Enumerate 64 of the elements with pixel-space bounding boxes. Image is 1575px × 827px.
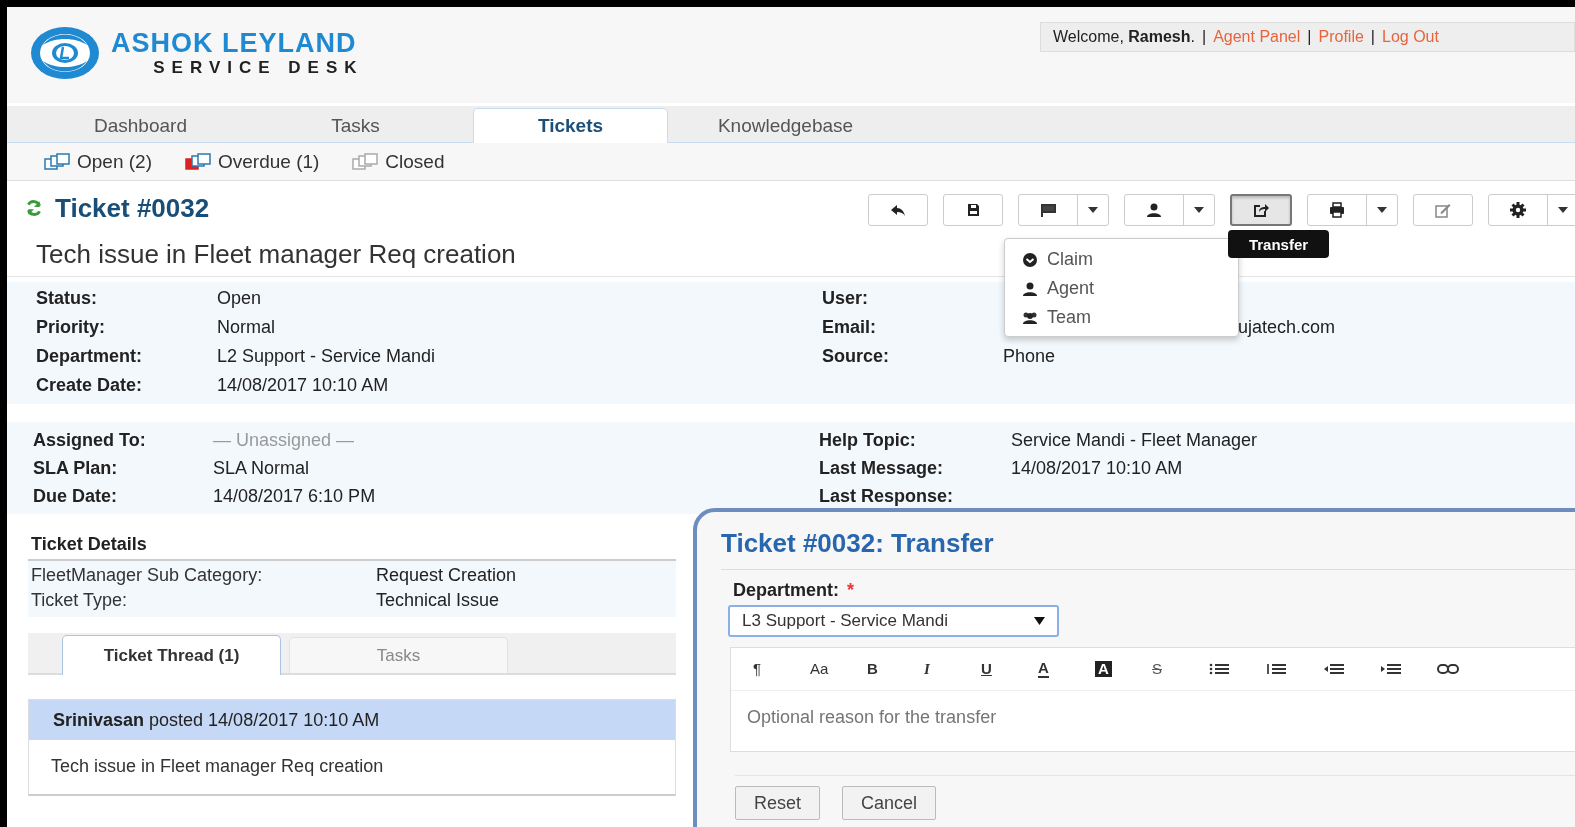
field-value: Technical Issue [376, 590, 500, 611]
field-label: Help Topic: [819, 429, 917, 451]
menu-item[interactable]: Team [1005, 303, 1091, 332]
format-tool[interactable]: B [867, 661, 878, 677]
field-label: FleetManager Sub Category: [31, 565, 264, 586]
field-label: Last Message: [819, 457, 945, 479]
field-label: SLA Plan: [33, 457, 119, 479]
format-tool[interactable]: A [1095, 661, 1112, 677]
section-title: Ticket Details [31, 534, 147, 555]
field-label: Create Date: [36, 375, 144, 396]
menu-item[interactable]: Agent [1005, 274, 1095, 303]
nav-tab[interactable]: Tickets [473, 108, 668, 143]
field-label: Ticket Type: [31, 590, 129, 611]
nav-tab[interactable]: Dashboard [43, 109, 238, 142]
separator: | [1370, 28, 1375, 46]
field-value: Service Mandi - Fleet Manager [1011, 429, 1258, 451]
field-label: Status: [36, 288, 98, 309]
format-tool[interactable]: A [1038, 660, 1049, 678]
field-value: ujatech.com [1238, 317, 1336, 338]
queue-link[interactable]: Open (2) [77, 150, 152, 173]
welcome-text: Welcome, Ramesh. [1053, 28, 1195, 46]
required-mark: * [847, 580, 855, 601]
dialog-title: Ticket #0032: Transfer [721, 528, 1575, 570]
field-value: 14/08/2017 6:10 PM [213, 485, 376, 507]
department-select[interactable]: L3 Support - Service Mandi [728, 605, 1059, 637]
field-value: Normal [217, 317, 275, 338]
field-value: — Unassigned — [213, 429, 355, 451]
queue-link[interactable]: Overdue (1) [218, 150, 320, 173]
format-tool[interactable]: Aa [810, 661, 829, 677]
separator: | [1202, 28, 1207, 46]
dialog-button[interactable]: Reset [735, 786, 821, 820]
ticket-title: Ticket #0032 [55, 192, 210, 224]
format-tool[interactable]: S [1152, 661, 1162, 677]
tooltip: Transfer [1228, 230, 1329, 258]
nav-tab[interactable]: Knowledgebase [688, 109, 883, 142]
separator: | [1307, 28, 1312, 46]
queue-link[interactable]: Closed [385, 150, 445, 173]
thread-tab[interactable]: Ticket Thread (1) [62, 635, 281, 675]
logo-subtitle: SERVICE DESK [153, 58, 364, 78]
menu-item[interactable]: Claim [1005, 245, 1093, 274]
nav-tab[interactable]: Tasks [258, 109, 453, 142]
field-value: L2 Support - Service Mandi [217, 346, 436, 367]
field-label: Source: [822, 346, 891, 367]
logo-name: ASHOK LEYLAND [111, 28, 357, 58]
field-value: Phone [1003, 346, 1056, 367]
entry-header: Srinivasan posted 14/08/2017 10:10 AM [53, 709, 380, 731]
format-tool[interactable]: I [924, 661, 930, 677]
field-label: Due Date: [33, 485, 118, 507]
field-value: Request Creation [376, 565, 517, 586]
dialog-button[interactable]: Cancel [842, 786, 937, 820]
field-label: Department: [36, 346, 143, 367]
field-value: Open [217, 288, 262, 309]
field-value: 14/08/2017 10:10 AM [217, 375, 389, 396]
field-value: 14/08/2017 10:10 AM [1011, 457, 1183, 479]
field-label: Assigned To: [33, 429, 147, 451]
field-label: Priority: [36, 317, 106, 338]
field-label: Email: [822, 317, 878, 338]
field-label: User: [822, 288, 870, 309]
field-label: Department: [733, 580, 839, 601]
format-tool[interactable]: U [981, 661, 992, 677]
reason-editor[interactable]: ¶ Aa B I U A A S Optional reason for the transfer [730, 647, 1575, 752]
format-tool[interactable]: ¶ [753, 661, 762, 677]
field-label: Last Response: [819, 485, 955, 507]
field-value: SLA Normal [213, 457, 310, 479]
